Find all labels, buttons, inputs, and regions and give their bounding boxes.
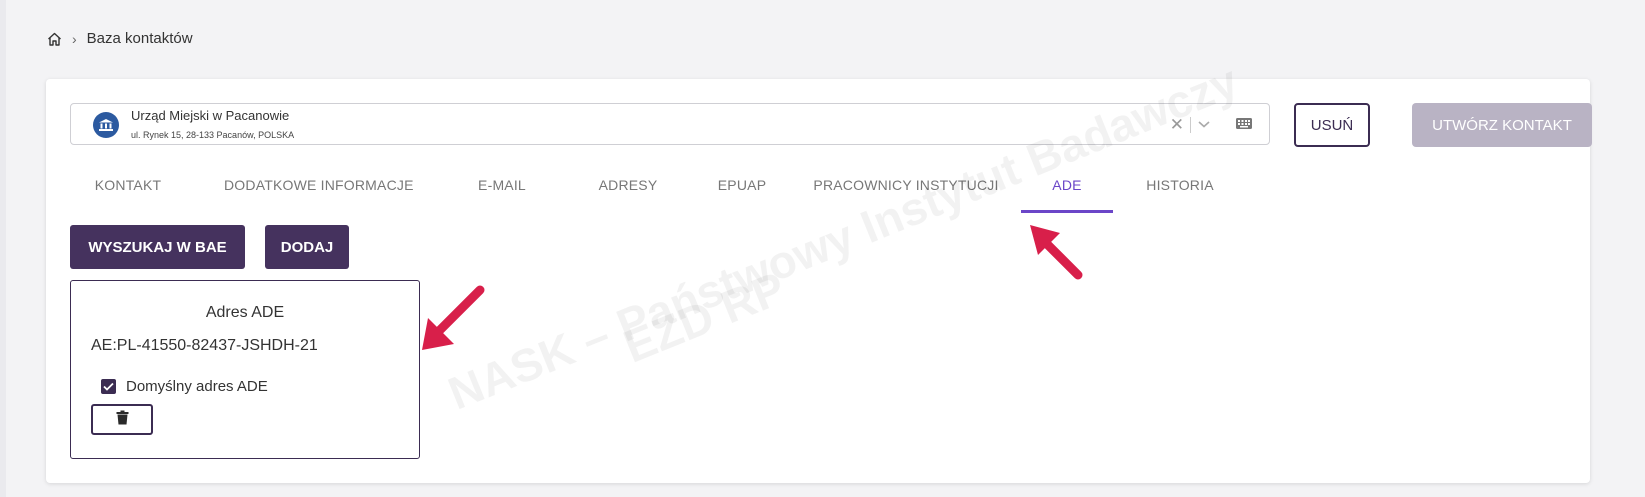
delete-ade-button[interactable] — [91, 404, 153, 435]
keyboard-icon[interactable] — [1235, 117, 1253, 135]
add-button[interactable]: DODAJ — [265, 225, 349, 269]
ade-title: Adres ADE — [205, 304, 285, 321]
chevron-down-icon[interactable] — [1197, 116, 1211, 134]
clear-icon[interactable]: ✕ — [1170, 115, 1184, 135]
select-divider — [1190, 117, 1191, 133]
default-ade-checkbox[interactable] — [101, 379, 116, 394]
tab-dodatkowe-informacje[interactable]: DODATKOWE INFORMACJE — [224, 177, 413, 193]
tab-bar: KONTAKT DODATKOWE INFORMACJE E-MAIL ADRE… — [46, 177, 1590, 213]
breadcrumb-separator: › — [72, 30, 77, 47]
select-controls: ✕ — [1170, 115, 1211, 135]
search-bae-button[interactable]: WYSZUKAJ W BAE — [70, 225, 245, 269]
ade-address-value: AE:PL-41550-82437-JSHDH-21 — [91, 337, 318, 354]
institution-select[interactable]: Urząd Miejski w Pacanowie ul. Rynek 15, … — [70, 103, 1270, 145]
institution-address: ul. Rynek 15, 28-133 Pacanów, POLSKA — [131, 130, 295, 140]
delete-button[interactable]: USUŃ — [1294, 103, 1370, 147]
tab-pracownicy-instytucji[interactable]: PRACOWNICY INSTYTUCJI — [810, 177, 1002, 193]
breadcrumb: › Baza kontaktów — [47, 30, 193, 47]
contact-card: Urząd Miejski w Pacanowie ul. Rynek 15, … — [46, 79, 1592, 483]
annotation-arrow-tab — [1030, 225, 1083, 280]
tab-ade[interactable]: ADE — [1021, 177, 1113, 193]
breadcrumb-current: Baza kontaktów — [86, 30, 193, 47]
tab-adresy[interactable]: ADRESY — [586, 177, 670, 193]
tab-historia[interactable]: HISTORIA — [1136, 177, 1224, 193]
ade-address-card: Adres ADE AE:PL-41550-82437-JSHDH-21 Dom… — [70, 280, 420, 459]
institution-icon — [93, 112, 119, 138]
home-icon[interactable] — [47, 32, 62, 46]
default-ade-checkbox-row[interactable]: Domyślny adres ADE — [101, 378, 268, 395]
active-tab-indicator — [1021, 210, 1113, 213]
annotation-arrow-card — [422, 285, 485, 350]
tab-epuap[interactable]: EPUAP — [702, 177, 782, 193]
create-contact-button[interactable]: UTWÓRZ KONTAKT — [1412, 103, 1592, 147]
sidebar-edge — [0, 0, 6, 497]
tab-e-mail[interactable]: E-MAIL — [460, 177, 544, 193]
tab-kontakt[interactable]: KONTAKT — [80, 177, 176, 193]
institution-name: Urząd Miejski w Pacanowie — [131, 108, 290, 123]
default-ade-label: Domyślny adres ADE — [126, 378, 268, 395]
trash-icon — [116, 410, 129, 430]
